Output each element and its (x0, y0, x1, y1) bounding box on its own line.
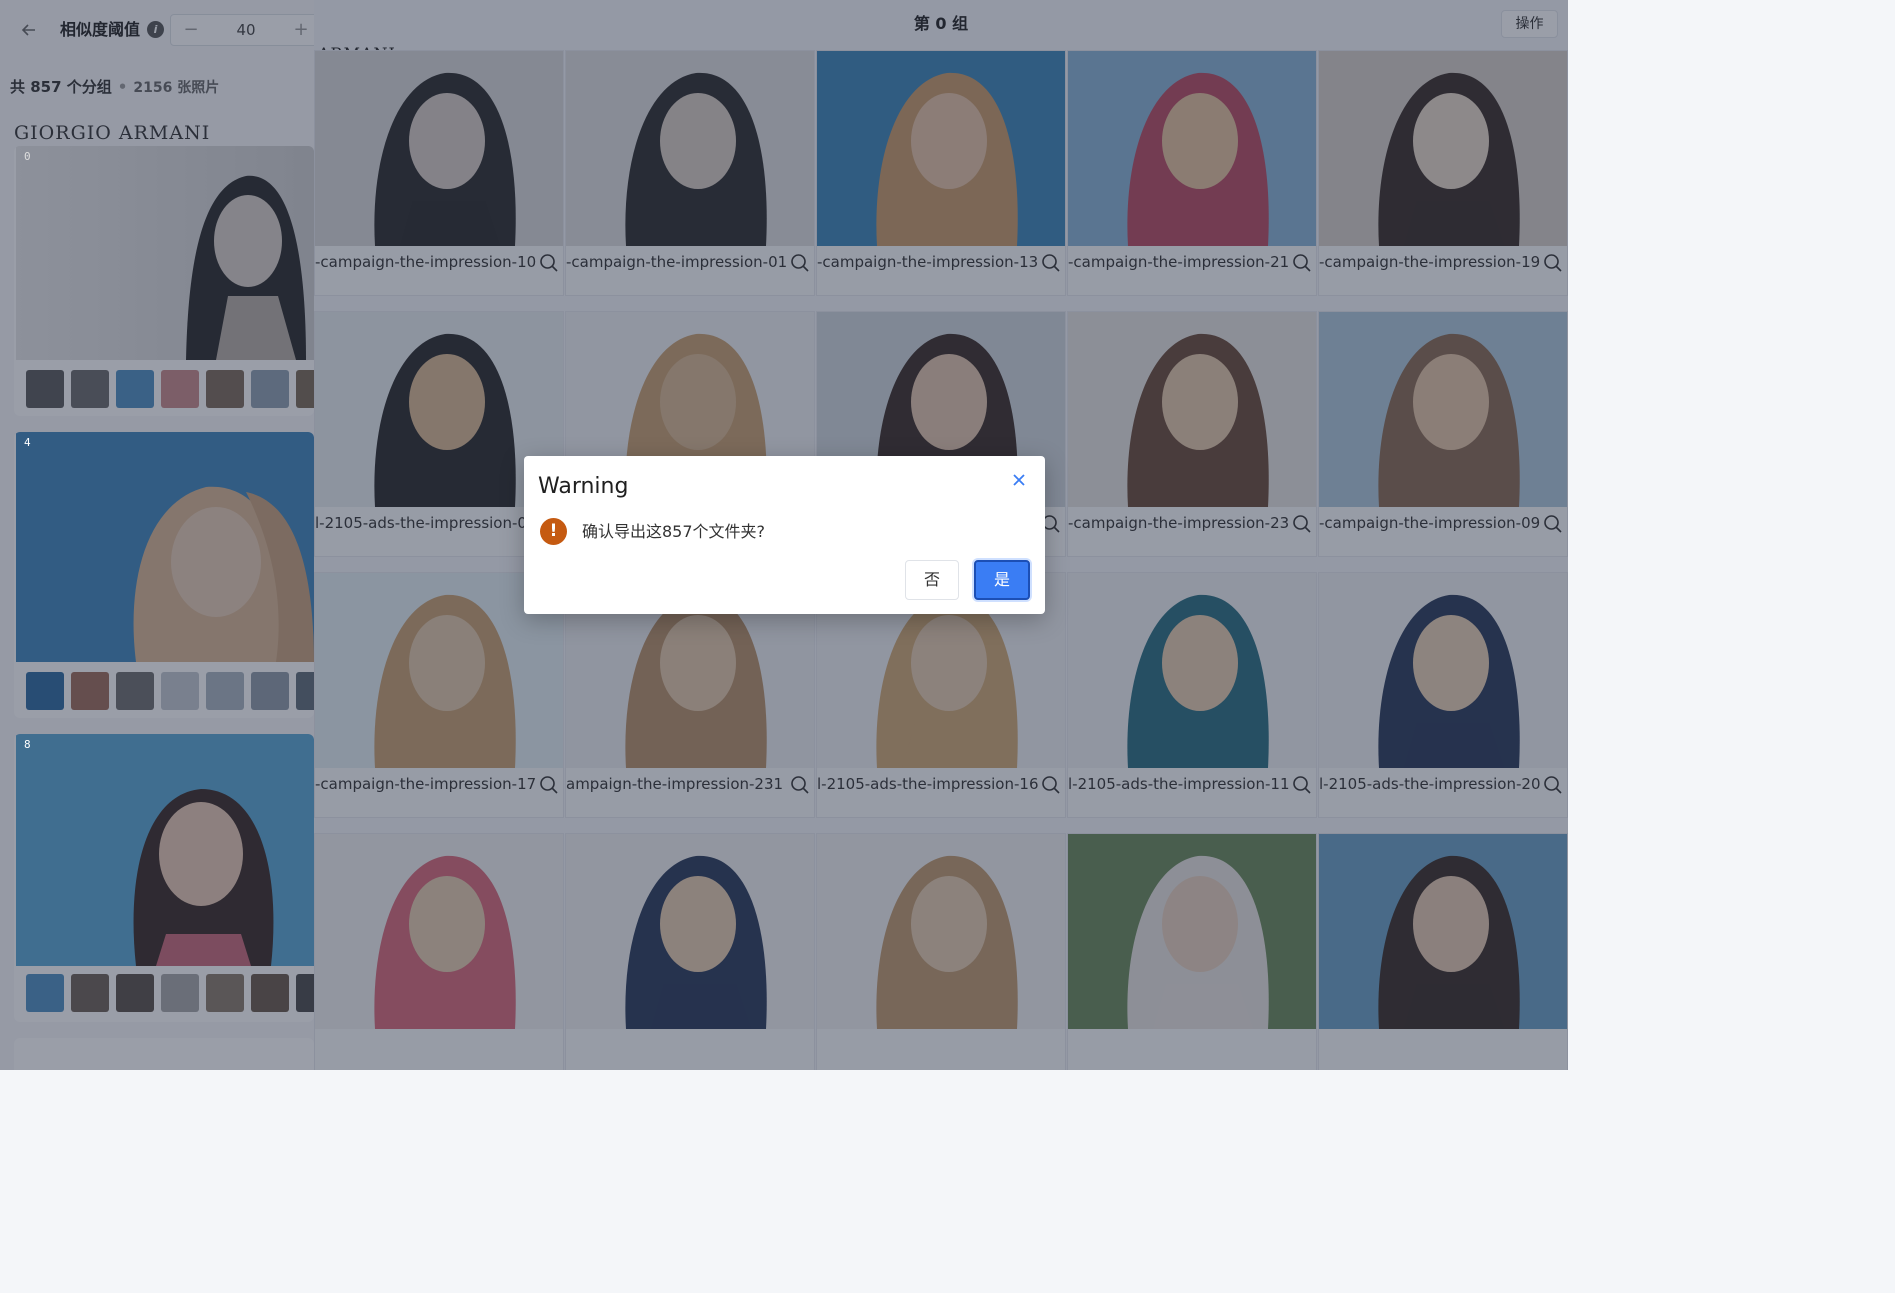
group-index: 0 (24, 150, 31, 163)
warning-icon: ! (540, 518, 567, 545)
dialog-message: 确认导出这857个文件夹? (582, 522, 766, 541)
dialog-title: Warning (538, 474, 629, 499)
cancel-button[interactable]: 否 (905, 560, 959, 600)
group-index: 8 (24, 738, 31, 751)
group-index: 4 (24, 436, 31, 449)
app-root: 相似度阈值 i − 40 + 共 857 个分组 • 2156 张照片 GIORGI… (0, 0, 1568, 1070)
warning-dialog: Warning ! 确认导出这857个文件夹? 否 是 (524, 456, 1045, 614)
close-icon[interactable] (1007, 468, 1031, 492)
confirm-button[interactable]: 是 (974, 560, 1030, 600)
